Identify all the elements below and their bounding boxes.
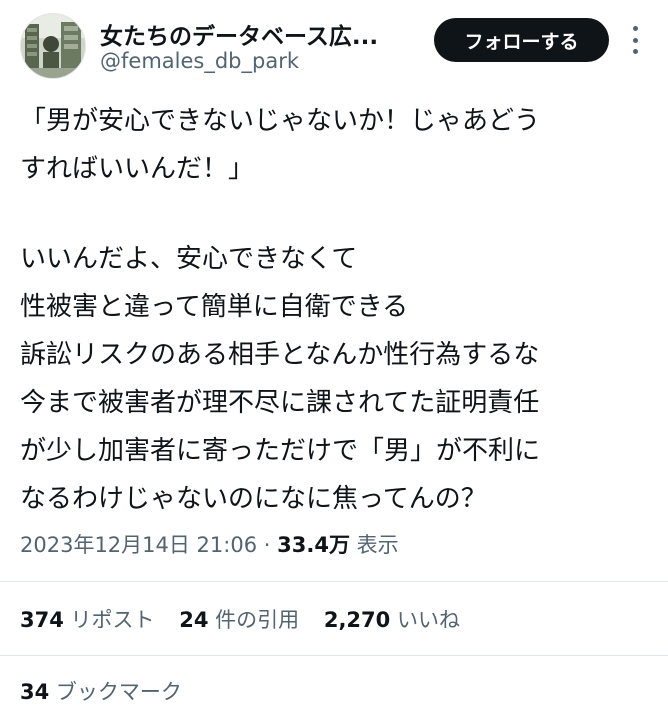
likes-stat[interactable]: 2,270 いいね — [324, 602, 460, 638]
reposts-label: リポスト — [70, 608, 155, 632]
tweet-line: 今まで被害者が理不尽に課されてた証明責任 — [20, 388, 540, 418]
quotes-stat[interactable]: 24 件の引用 — [179, 602, 299, 638]
more-vertical-icon[interactable] — [628, 26, 642, 54]
handle[interactable]: @females_db_park — [100, 49, 299, 73]
meta-separator: · — [263, 533, 271, 557]
timestamp[interactable]: 2023年12月14日 21:06 — [20, 533, 257, 557]
bookmarks-count: 34 — [20, 680, 50, 704]
display-name[interactable]: 女たちのデータベース広... — [100, 17, 378, 51]
tweet-line: が少し加害者に寄っただけで「男」が不利に — [20, 436, 541, 466]
divider — [0, 655, 668, 656]
likes-count: 2,270 — [323, 608, 391, 632]
tweet-line: いいんだよ、安心できなくて — [20, 244, 358, 274]
reposts-stat[interactable]: 374 リポスト — [20, 602, 155, 638]
avatar[interactable] — [20, 13, 86, 79]
bookmarks-stat[interactable]: 34 ブックマーク — [20, 674, 182, 710]
quotes-count: 24 — [179, 608, 209, 632]
views-count: 33.4万 — [277, 533, 350, 557]
avatar-image — [21, 14, 85, 78]
likes-label: いいね — [396, 608, 460, 632]
tweet-line: 「男が安心できないじゃないか！じゃあどう — [20, 106, 541, 136]
views-label: 表示 — [356, 533, 399, 557]
engagement-stats: 374 リポスト 24 件の引用 2,270 いいね — [20, 602, 478, 638]
reposts-count: 374 — [20, 608, 64, 632]
tweet-header: 女たちのデータベース広... @females_db_park フォローする — [0, 0, 668, 90]
tweet-text: 「男が安心できないじゃないか！じゃあどう すればいいんだ！」 いいんだよ、安心で… — [20, 97, 660, 523]
tweet-meta: 2023年12月14日 21:06 · 33.4万 表示 — [20, 528, 399, 562]
quotes-label: 件の引用 — [215, 608, 300, 632]
follow-button[interactable]: フォローする — [434, 18, 609, 62]
divider — [0, 581, 668, 582]
tweet-line: なるわけじゃないのになに焦ってんの？ — [20, 484, 487, 514]
tweet-line: 性被害と違って簡単に自衛できる — [20, 292, 409, 322]
tweet-line: 訴訟リスクのある相手となんか性行為するな — [20, 340, 540, 370]
bookmarks-label: ブックマーク — [55, 680, 182, 704]
tweet-line: すればいいんだ！」 — [20, 154, 255, 184]
